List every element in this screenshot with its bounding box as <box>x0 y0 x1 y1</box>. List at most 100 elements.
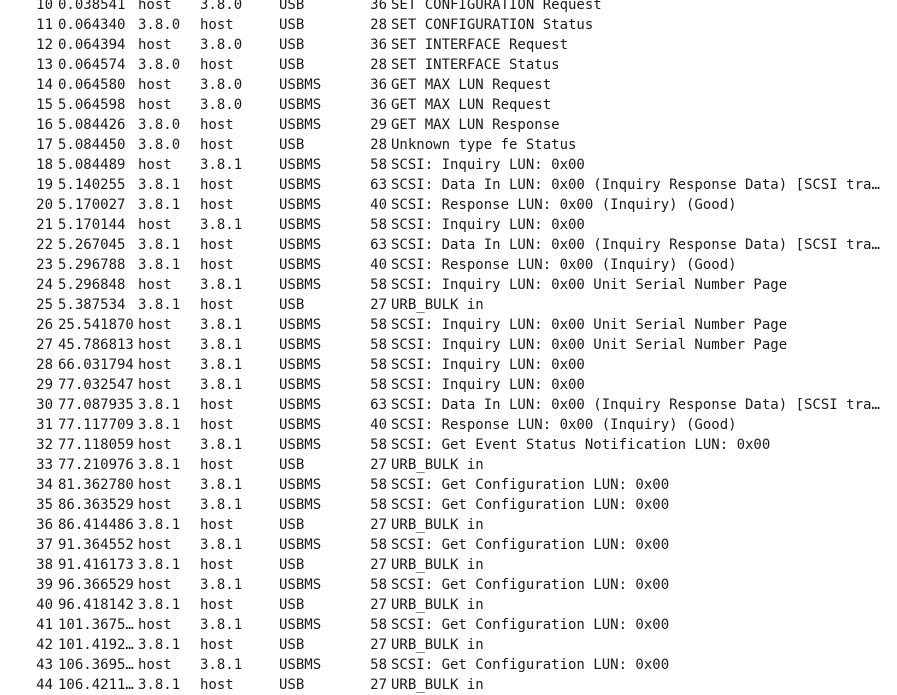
packet-row[interactable]: 34 81.362780 host 3.8.1 USBMS 58 SCSI: Get Con… <box>0 475 897 495</box>
packet-row[interactable]: 33 77.210976 3.8.1 host USB 27 URB_BULK in <box>0 455 897 475</box>
packet-source: 3.8.0 <box>138 117 181 133</box>
packet-row[interactable]: 20 5.170027 3.8.1 host USBMS 40 SCSI: Response… <box>0 195 897 215</box>
packet-source: 3.8.1 <box>138 637 181 653</box>
packet-destination: 3.8.1 <box>200 357 243 373</box>
packet-length: 29 <box>370 117 387 133</box>
packet-protocol: USB <box>279 677 305 693</box>
packet-row[interactable]: 11 0.064340 3.8.0 host USB 28 SET CONFIGURATIO… <box>0 15 897 35</box>
packet-row[interactable]: 35 86.363529 host 3.8.1 USBMS 58 SCSI: Get Con… <box>0 495 897 515</box>
packet-list[interactable]: 10 0.038541 host 3.8.0 USB 36 SET CONFIGURATIO… <box>0 0 897 695</box>
packet-row[interactable]: 13 0.064574 3.8.0 host USB 28 SET INTERFACE St… <box>0 55 897 75</box>
packet-destination: host <box>200 177 234 193</box>
packet-protocol: USBMS <box>279 97 322 113</box>
packet-length: 58 <box>370 377 387 393</box>
packet-destination: host <box>200 597 234 613</box>
packet-info: URB_BULK in <box>391 677 484 693</box>
packet-row[interactable]: 17 5.084450 3.8.0 host USB 28 Unknown type fe … <box>0 135 897 155</box>
packet-destination: host <box>200 557 234 573</box>
packet-destination: 3.8.1 <box>200 497 243 513</box>
packet-row[interactable]: 15 5.064598 host 3.8.0 USBMS 36 GET MAX LUN Re… <box>0 95 897 115</box>
packet-source: 3.8.1 <box>138 417 181 433</box>
packet-destination: host <box>200 677 234 693</box>
packet-row[interactable]: 43 106.3695… host 3.8.1 USBMS 58 SCSI: Get Con… <box>0 655 897 675</box>
packet-row[interactable]: 31 77.117709 3.8.1 host USBMS 40 SCSI: Respons… <box>0 415 897 435</box>
packet-length: 58 <box>370 577 387 593</box>
packet-row[interactable]: 36 86.414486 3.8.1 host USB 27 URB_BULK in <box>0 515 897 535</box>
packet-row[interactable]: 25 5.387534 3.8.1 host USB 27 URB_BULK in <box>0 295 897 315</box>
packet-destination: 3.8.1 <box>200 617 243 633</box>
packet-number: 23 <box>36 257 53 273</box>
packet-length: 27 <box>370 677 387 693</box>
packet-row[interactable]: 28 66.031794 host 3.8.1 USBMS 58 SCSI: Inquiry… <box>0 355 897 375</box>
packet-protocol: USBMS <box>279 477 322 493</box>
packet-length: 63 <box>370 397 387 413</box>
packet-source: 3.8.0 <box>138 137 181 153</box>
packet-row[interactable]: 40 96.418142 3.8.1 host USB 27 URB_BULK in <box>0 595 897 615</box>
packet-row[interactable]: 41 101.3675… host 3.8.1 USBMS 58 SCSI: Get Con… <box>0 615 897 635</box>
packet-info: URB_BULK in <box>391 457 484 473</box>
packet-destination: 3.8.0 <box>200 37 243 53</box>
packet-length: 28 <box>370 17 387 33</box>
packet-protocol: USBMS <box>279 357 322 373</box>
packet-row[interactable]: 22 5.267045 3.8.1 host USBMS 63 SCSI: Data In … <box>0 235 897 255</box>
packet-number: 16 <box>36 117 53 133</box>
packet-info: SCSI: Response LUN: 0x00 (Inquiry) (Good… <box>391 257 737 273</box>
packet-number: 41 <box>36 617 53 633</box>
packet-row[interactable]: 18 5.084489 host 3.8.1 USBMS 58 SCSI: Inquiry … <box>0 155 897 175</box>
packet-row[interactable]: 27 45.786813 host 3.8.1 USBMS 58 SCSI: Inquiry… <box>0 335 897 355</box>
packet-length: 27 <box>370 457 387 473</box>
packet-row[interactable]: 37 91.364552 host 3.8.1 USBMS 58 SCSI: Get Con… <box>0 535 897 555</box>
packet-protocol: USBMS <box>279 577 322 593</box>
packet-number: 18 <box>36 157 53 173</box>
packet-length: 63 <box>370 177 387 193</box>
packet-length: 58 <box>370 657 387 673</box>
packet-time: 86.363529 <box>58 497 134 513</box>
packet-protocol: USBMS <box>279 117 322 133</box>
packet-number: 19 <box>36 177 53 193</box>
packet-info: SCSI: Inquiry LUN: 0x00 Unit Serial Numb… <box>391 317 788 333</box>
packet-row[interactable]: 32 77.118059 host 3.8.1 USBMS 58 SCSI: Get Eve… <box>0 435 897 455</box>
packet-time: 0.064394 <box>58 37 126 53</box>
packet-time: 91.416173 <box>58 557 134 573</box>
packet-number: 40 <box>36 597 53 613</box>
packet-source: 3.8.1 <box>138 457 181 473</box>
packet-destination: 3.8.1 <box>200 377 243 393</box>
packet-destination: host <box>200 457 234 473</box>
packet-row[interactable]: 42 101.4192… 3.8.1 host USB 27 URB_BULK in <box>0 635 897 655</box>
packet-row[interactable]: 24 5.296848 host 3.8.1 USBMS 58 SCSI: Inquiry … <box>0 275 897 295</box>
packet-time: 77.118059 <box>58 437 134 453</box>
packet-time: 0.064580 <box>58 77 126 93</box>
packet-source: host <box>138 617 172 633</box>
packet-length: 58 <box>370 617 387 633</box>
packet-number: 42 <box>36 637 53 653</box>
packet-protocol: USB <box>279 0 305 13</box>
packet-row[interactable]: 23 5.296788 3.8.1 host USBMS 40 SCSI: Response… <box>0 255 897 275</box>
packet-row[interactable]: 26 25.541870 host 3.8.1 USBMS 58 SCSI: Inquiry… <box>0 315 897 335</box>
packet-row[interactable]: 39 96.366529 host 3.8.1 USBMS 58 SCSI: Get Con… <box>0 575 897 595</box>
packet-source: host <box>138 657 172 673</box>
packet-destination: host <box>200 297 234 313</box>
packet-row[interactable]: 19 5.140255 3.8.1 host USBMS 63 SCSI: Data In … <box>0 175 897 195</box>
packet-source: 3.8.1 <box>138 557 181 573</box>
packet-row[interactable]: 29 77.032547 host 3.8.1 USBMS 58 SCSI: Inquiry… <box>0 375 897 395</box>
packet-protocol: USBMS <box>279 377 322 393</box>
packet-row[interactable]: 14 0.064580 host 3.8.0 USBMS 36 GET MAX LUN Re… <box>0 75 897 95</box>
packet-info: SCSI: Get Event Status Notification LUN:… <box>391 437 771 453</box>
packet-row[interactable]: 21 5.170144 host 3.8.1 USBMS 58 SCSI: Inquiry … <box>0 215 897 235</box>
packet-info: SCSI: Inquiry LUN: 0x00 Unit Serial Numb… <box>391 277 788 293</box>
packet-protocol: USB <box>279 137 305 153</box>
packet-number: 25 <box>36 297 53 313</box>
packet-number: 15 <box>36 97 53 113</box>
packet-destination: 3.8.0 <box>200 77 243 93</box>
packet-time: 5.170144 <box>58 217 126 233</box>
packet-destination: 3.8.0 <box>200 97 243 113</box>
packet-protocol: USB <box>279 517 305 533</box>
packet-row[interactable]: 12 0.064394 host 3.8.0 USB 36 SET INTERFACE Re… <box>0 35 897 55</box>
packet-row[interactable]: 44 106.4211… 3.8.1 host USB 27 URB_BULK in <box>0 675 897 695</box>
packet-row[interactable]: 38 91.416173 3.8.1 host USB 27 URB_BULK in <box>0 555 897 575</box>
packet-row[interactable]: 10 0.038541 host 3.8.0 USB 36 SET CONFIGURATIO… <box>0 0 897 15</box>
packet-protocol: USBMS <box>279 257 322 273</box>
packet-row[interactable]: 30 77.087935 3.8.1 host USBMS 63 SCSI: Data In… <box>0 395 897 415</box>
packet-row[interactable]: 16 5.084426 3.8.0 host USBMS 29 GET MAX LUN Re… <box>0 115 897 135</box>
packet-number: 44 <box>36 677 53 693</box>
